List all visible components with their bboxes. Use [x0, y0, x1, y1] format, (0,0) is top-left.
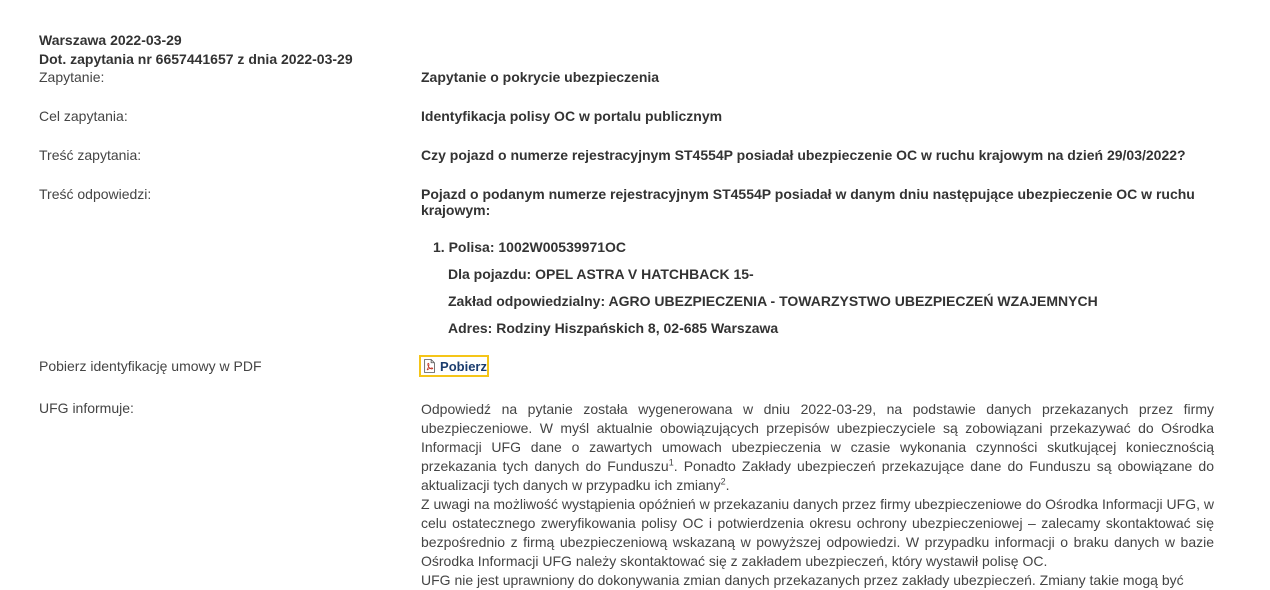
ufg-info-text: Odpowiedź na pytanie została wygenerowan…: [421, 400, 1214, 590]
ufg-label: UFG informuje:: [39, 400, 134, 416]
place-date: Warszawa 2022-03-29: [39, 32, 182, 48]
policy-number: Polisa: 1002W00539971OC: [448, 239, 627, 255]
cel-label: Cel zapytania:: [39, 108, 128, 124]
download-pdf-button[interactable]: Pobierz: [419, 355, 489, 377]
policy-vehicle: Dla pojazdu: OPEL ASTRA V HATCHBACK 15-: [448, 266, 754, 282]
pdf-label: Pobierz identyfikację umowy w PDF: [39, 358, 262, 374]
ufg-paragraph-1: Odpowiedź na pytanie została wygenerowan…: [421, 401, 1214, 493]
cel-value: Identyfikacja polisy OC w portalu public…: [421, 108, 723, 124]
tresc-odpowiedzi-label: Treść odpowiedzi:: [39, 186, 152, 202]
tresc-odpowiedzi-value: Pojazd o podanym numerze rejestracyjnym …: [421, 186, 1195, 218]
zapytanie-label: Zapytanie:: [39, 69, 105, 85]
policy-insurer: Zakład odpowiedzialny: AGRO UBEZPIECZENI…: [448, 293, 1098, 309]
tresc-zapytania-label: Treść zapytania:: [39, 147, 142, 163]
download-pdf-label: Pobierz: [440, 358, 487, 374]
policy-address: Adres: Rodziny Hiszpańskich 8, 02-685 Wa…: [448, 320, 779, 336]
zapytanie-value: Zapytanie o pokrycie ubezpieczenia: [421, 69, 660, 85]
tresc-zapytania-value: Czy pojazd o numerze rejestracyjnym ST45…: [421, 147, 1186, 163]
policy-item: 1. Polisa: 1002W00539971OC: [433, 239, 626, 255]
document-header: Warszawa 2022-03-29 Dot. zapytania nr 66…: [39, 31, 353, 69]
ufg-paragraph-2: Z uwagi na możliwość wystąpienia opóźnie…: [421, 496, 1214, 569]
reference-line: Dot. zapytania nr 6657441657 z dnia 2022…: [39, 51, 353, 67]
policy-number-marker: 1.: [433, 239, 449, 255]
pdf-icon: [424, 359, 435, 373]
ufg-paragraph-3: UFG nie jest uprawniony do dokonywania z…: [421, 572, 1184, 588]
